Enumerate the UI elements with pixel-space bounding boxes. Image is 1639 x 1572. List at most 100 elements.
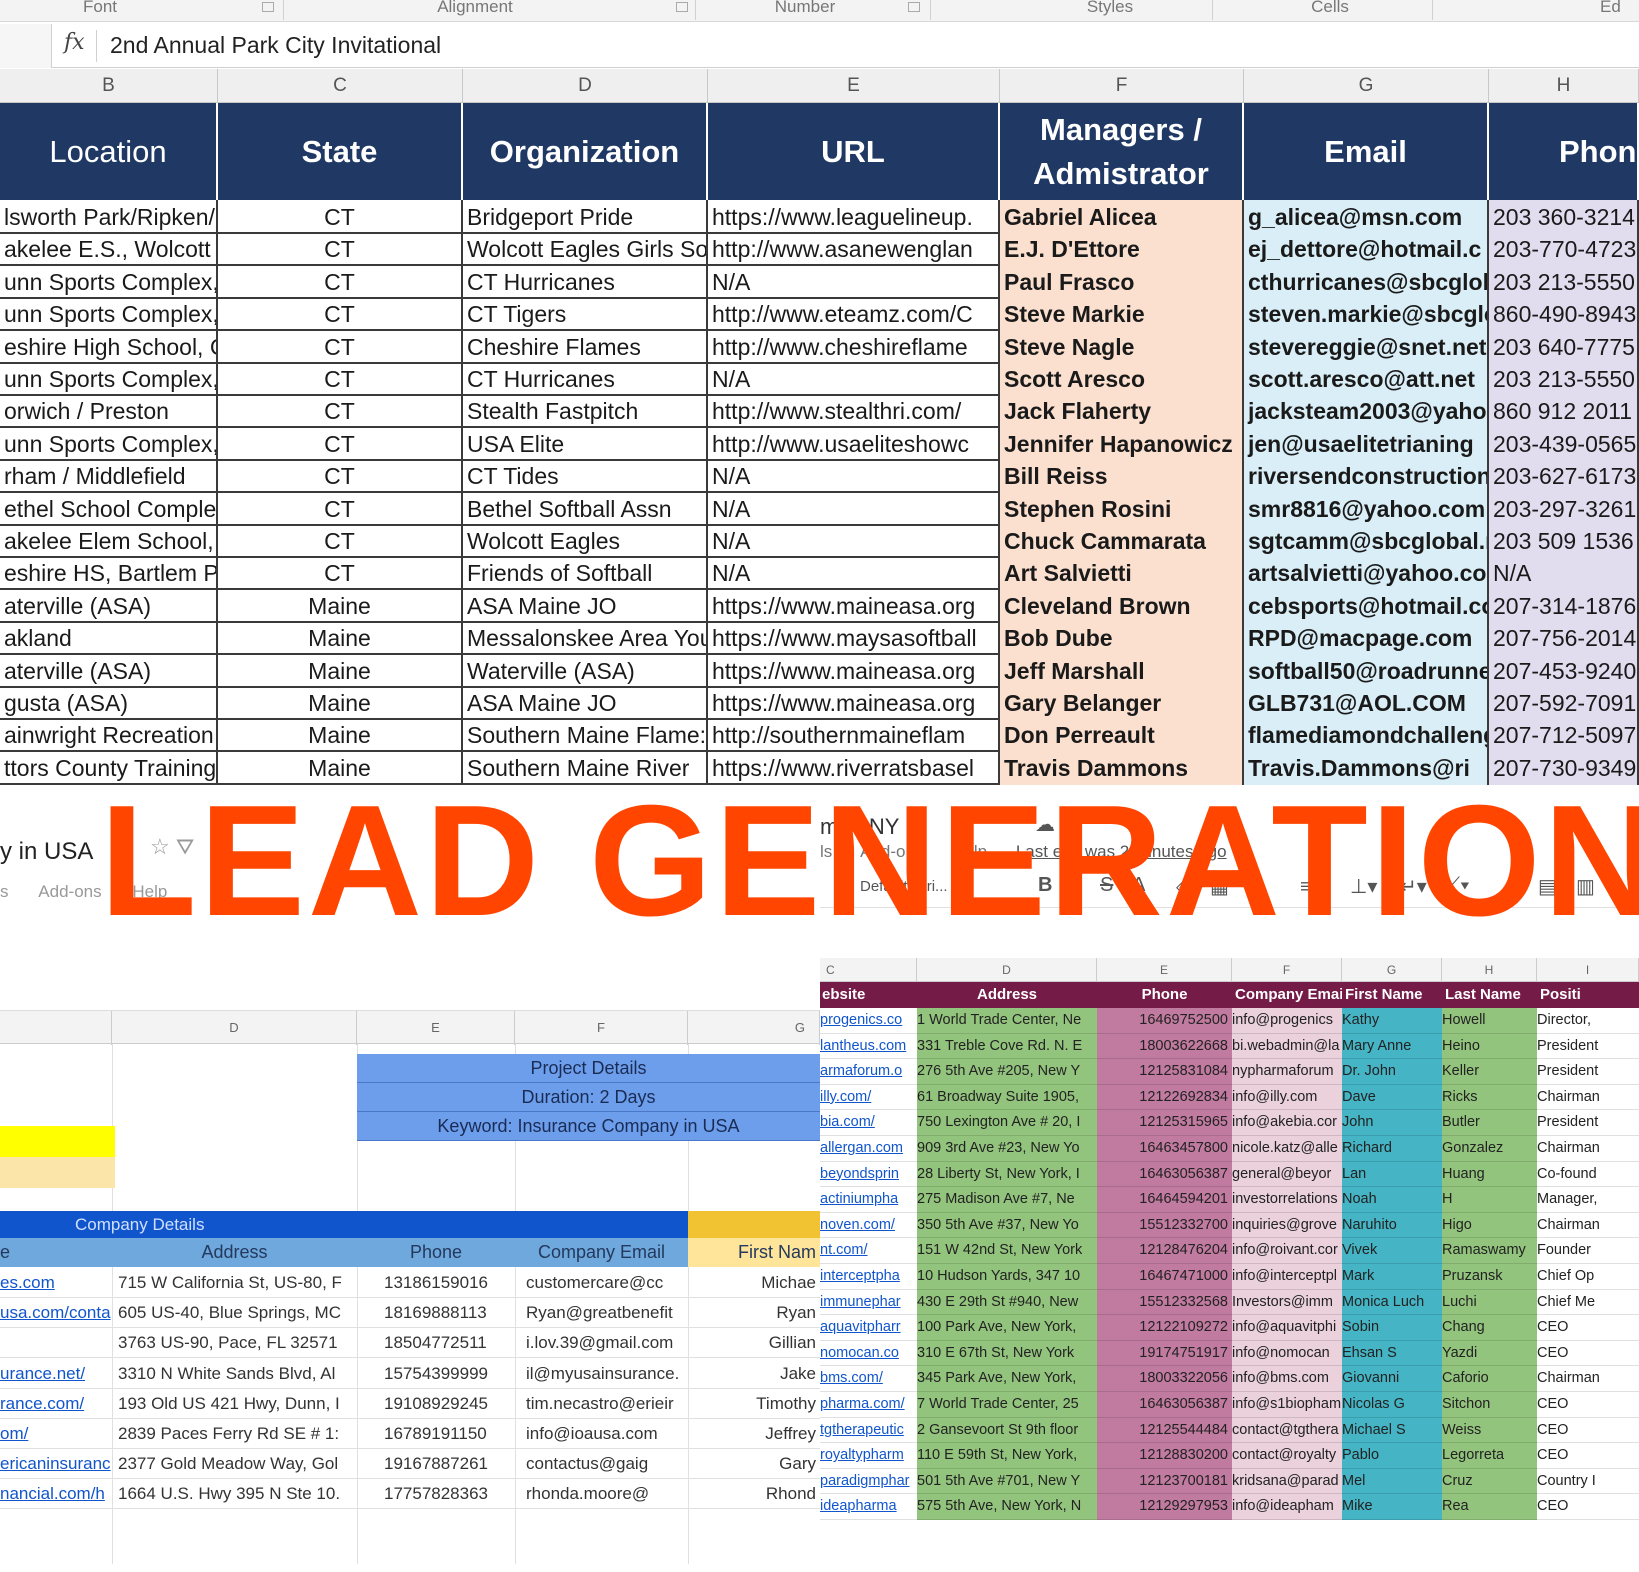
organization-cell[interactable]: Wolcott Eagles xyxy=(463,524,708,558)
last-name-cell[interactable]: Luchi xyxy=(1442,1289,1537,1316)
header-position[interactable]: Positi xyxy=(1537,982,1639,1008)
address-cell[interactable]: 28 Liberty St, New York, I xyxy=(917,1161,1097,1188)
font-dialog-launcher-icon[interactable] xyxy=(262,2,274,12)
table-row[interactable]: nt.com/151 W 42nd St, New York 1212847620… xyxy=(820,1238,1639,1265)
website-link[interactable]: nancial.com/h xyxy=(0,1478,112,1509)
phone-cell[interactable]: 16463056387 xyxy=(1097,1392,1232,1418)
position-cell[interactable]: CEO xyxy=(1537,1315,1639,1341)
phone-cell[interactable]: 18169888113 xyxy=(384,1297,496,1328)
header-url[interactable]: URL xyxy=(708,103,1000,200)
website-link[interactable]: ericaninsuranc xyxy=(0,1448,112,1479)
ribbon-group-styles[interactable]: Styles xyxy=(1070,0,1150,22)
address-cell[interactable]: 331 Treble Cove Rd. N. E xyxy=(917,1033,1097,1060)
location-cell[interactable]: akland xyxy=(0,621,218,656)
address-cell[interactable]: 575 5th Ave, New York, N xyxy=(917,1494,1097,1521)
phone-cell[interactable]: 203-770-4723 xyxy=(1489,232,1639,267)
company-email-cell[interactable]: info@ioausa.com xyxy=(526,1418,688,1449)
first-name-cell[interactable]: Richard xyxy=(1342,1136,1442,1162)
phone-cell[interactable]: 18504772511 xyxy=(384,1327,496,1358)
website-link[interactable]: nt.com/ xyxy=(820,1238,917,1265)
manager-cell[interactable]: Cleveland Brown xyxy=(1000,588,1244,623)
company-email-cell[interactable]: Ryan@greatbenefit xyxy=(526,1297,688,1328)
manager-cell[interactable]: Jeff Marshall xyxy=(1000,653,1244,688)
location-cell[interactable]: rham / Middlefield xyxy=(0,459,218,494)
address-cell[interactable]: 750 Lexington Ave # 20, I xyxy=(917,1110,1097,1137)
position-cell[interactable]: CEO xyxy=(1537,1443,1639,1469)
table-row[interactable]: lantheus.com 331 Treble Cove Rd. N. E 1800… xyxy=(820,1033,1639,1060)
website-link[interactable]: immunephar xyxy=(820,1290,917,1316)
email-cell[interactable]: riversendconstruction( xyxy=(1244,459,1489,494)
address-cell[interactable]: 2377 Gold Meadow Way, Gol xyxy=(118,1448,356,1479)
website-link[interactable]: illy.com/ xyxy=(820,1085,917,1111)
last-name-cell[interactable]: Sitchon xyxy=(1442,1392,1537,1418)
phone-cell[interactable]: 12128476204 xyxy=(1097,1238,1232,1265)
position-cell[interactable]: Chairman xyxy=(1537,1085,1639,1111)
phone-cell[interactable]: 15512332700 xyxy=(1097,1212,1232,1239)
location-cell[interactable]: ethel School Complex xyxy=(0,491,218,526)
website-link[interactable]: progenics.co xyxy=(820,1008,917,1034)
state-cell[interactable]: CT xyxy=(218,200,463,234)
phone-cell[interactable]: 203 213-5550 xyxy=(1489,362,1639,396)
company-email-cell[interactable]: info@akebia.cor xyxy=(1232,1110,1342,1137)
table-row[interactable]: beyondsprin 28 Liberty St, New York, I 164… xyxy=(820,1161,1639,1188)
location-cell[interactable]: aterville (ASA) xyxy=(0,588,218,623)
first-name-cell[interactable]: Timothy xyxy=(688,1388,820,1419)
document-title[interactable]: y in USA xyxy=(0,838,93,866)
table-row[interactable]: unn Sports Complex, I CT CT Hurricanes N/A P… xyxy=(0,264,1639,299)
phone-cell[interactable]: 203 509 1536 xyxy=(1489,524,1639,558)
organization-cell[interactable]: CT Tigers xyxy=(463,297,708,332)
phone-cell[interactable]: 207-592-7091 xyxy=(1489,686,1639,720)
website-link[interactable]: ideapharma xyxy=(820,1494,917,1521)
company-email-cell[interactable]: contactus@gaig xyxy=(526,1448,688,1479)
website-link[interactable]: beyondsprin xyxy=(820,1162,917,1188)
manager-cell[interactable]: Chuck Cammarata xyxy=(1000,524,1244,558)
address-cell[interactable]: 100 Park Ave, New York, xyxy=(917,1315,1097,1341)
state-cell[interactable]: CT xyxy=(218,394,463,429)
phone-cell[interactable]: 12125315965 xyxy=(1097,1110,1232,1137)
phone-cell[interactable]: 207-314-1876 xyxy=(1489,588,1639,623)
company-email-cell[interactable]: nypharmaforum xyxy=(1232,1059,1342,1085)
email-cell[interactable]: cebsports@hotmail.co xyxy=(1244,588,1489,623)
first-name-cell[interactable]: Jake xyxy=(688,1358,820,1389)
header-state[interactable]: State xyxy=(218,103,463,200)
address-cell[interactable]: 1 World Trade Center, Ne xyxy=(917,1008,1097,1034)
last-name-cell[interactable]: Butler xyxy=(1442,1110,1537,1137)
column-header-d[interactable]: D xyxy=(917,958,1097,982)
email-cell[interactable]: flamediamondchalleng xyxy=(1244,718,1489,753)
first-name-cell[interactable]: Dr. John xyxy=(1342,1059,1442,1085)
website-link[interactable]: lantheus.com xyxy=(820,1034,917,1060)
phone-cell[interactable]: 19108929245 xyxy=(384,1388,496,1419)
manager-cell[interactable]: Don Perreault xyxy=(1000,718,1244,753)
first-name-cell[interactable]: Ehsan S xyxy=(1342,1340,1442,1367)
website-link[interactable]: usa.com/conta xyxy=(0,1297,112,1328)
first-name-cell[interactable]: Gillian xyxy=(688,1327,820,1358)
manager-cell[interactable]: E.J. D'Ettore xyxy=(1000,232,1244,267)
state-cell[interactable]: Maine xyxy=(218,686,463,720)
website-link[interactable]: tgtherapeutic xyxy=(820,1418,917,1444)
table-row[interactable]: interceptpha 10 Hudson Yards, 347 10 16467… xyxy=(820,1264,1639,1290)
manager-cell[interactable]: Steve Nagle xyxy=(1000,329,1244,364)
url-cell[interactable]: http://www.stealthri.com/ xyxy=(708,394,1000,429)
table-row[interactable]: unn Sports Complex, I CT CT Tigers http://w… xyxy=(0,297,1639,332)
location-cell[interactable]: orwich / Preston xyxy=(0,394,218,429)
table-row[interactable]: allergan.com 909 3rd Ave #23, New Yo 16463… xyxy=(820,1136,1639,1162)
manager-cell[interactable]: Paul Frasco xyxy=(1000,264,1244,299)
url-cell[interactable]: https://www.maineasa.org xyxy=(708,686,1000,720)
header-first-name[interactable]: First Nam xyxy=(688,1238,820,1267)
last-name-cell[interactable]: Ricks xyxy=(1442,1084,1537,1111)
phone-cell[interactable]: 12128830200 xyxy=(1097,1443,1232,1469)
first-name-cell[interactable]: Kathy xyxy=(1342,1008,1442,1034)
ribbon-group-number[interactable]: Number xyxy=(760,0,850,22)
table-row[interactable]: rance.com/193 Old US 421 Hwy, Dunn, I 191… xyxy=(0,1388,820,1419)
phone-cell[interactable]: 12122692834 xyxy=(1097,1084,1232,1111)
ribbon-group-alignment[interactable]: Alignment xyxy=(420,0,530,22)
location-cell[interactable]: aterville (ASA) xyxy=(0,653,218,688)
location-cell[interactable]: akelee E.S., Wolcott xyxy=(0,232,218,267)
url-cell[interactable]: http://www.asanewenglan xyxy=(708,232,1000,267)
first-name-cell[interactable]: Mel xyxy=(1342,1468,1442,1495)
table-row[interactable]: progenics.co 1 World Trade Center, Ne 1646… xyxy=(820,1008,1639,1034)
phone-cell[interactable]: 19167887261 xyxy=(384,1448,496,1479)
column-header-f[interactable]: F xyxy=(1000,69,1244,103)
address-cell[interactable]: 7 World Trade Center, 25 xyxy=(917,1392,1097,1418)
first-name-cell[interactable]: Ryan xyxy=(688,1297,820,1328)
